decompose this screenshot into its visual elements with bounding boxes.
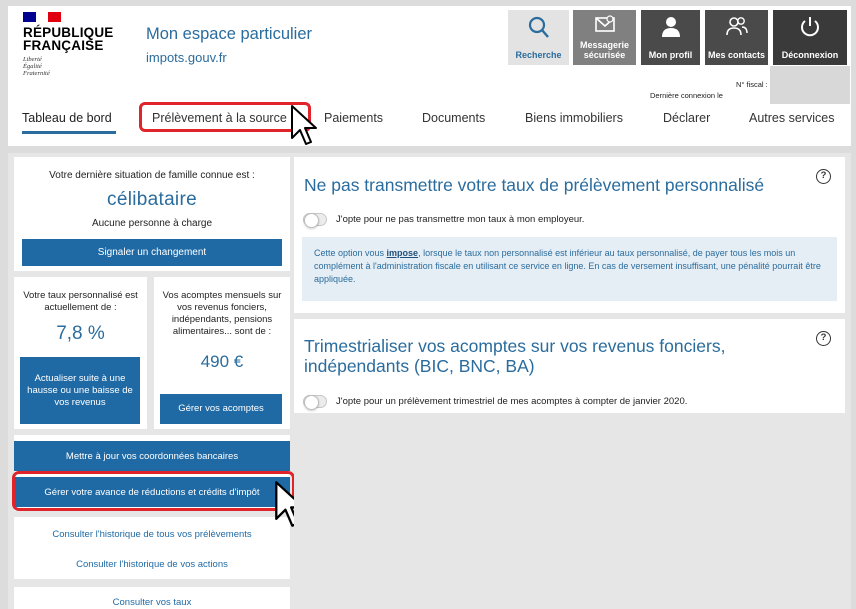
- tab-autres-services[interactable]: Autres services: [749, 111, 834, 125]
- tab-declarer[interactable]: Déclarer: [663, 111, 710, 125]
- left-column: Votre dernière situation de famille conn…: [8, 153, 295, 609]
- contacts-button[interactable]: Mes contacts: [705, 10, 768, 65]
- active-tab-indicator: [22, 131, 116, 134]
- highlight-box: [139, 102, 311, 132]
- update-rate-button[interactable]: Actualiser suite à une hausse ou une bai…: [20, 357, 140, 424]
- installments-panel: Vos acomptes mensuels sur vos revenus fo…: [154, 277, 290, 429]
- payments-history-link[interactable]: Consulter l'historique de tous vos prélè…: [14, 519, 290, 549]
- space-title[interactable]: Mon espace particulier: [146, 25, 312, 44]
- update-bank-details-button[interactable]: Mettre à jour vos coordonnées bancaires: [14, 441, 290, 471]
- contacts-icon: [725, 17, 748, 36]
- personal-rate-value: 7,8 %: [56, 323, 105, 344]
- search-icon: [528, 16, 549, 38]
- info-box: Cette option vous impose, lorsque le tau…: [302, 237, 837, 301]
- manage-installments-button[interactable]: Gérer vos acomptes: [160, 394, 282, 424]
- user-icon: [661, 17, 680, 37]
- view-rates-link[interactable]: Consulter vos taux: [14, 587, 290, 609]
- divider: [8, 579, 294, 587]
- highlight-box: [12, 471, 295, 511]
- main-nav: Tableau de bord Prélèvement à la source …: [8, 102, 851, 136]
- last-connection-label: Dernière connexion le: [650, 91, 723, 100]
- family-situation-label: Votre dernière situation de famille conn…: [49, 170, 255, 181]
- ba-link[interactable]: BA: [505, 356, 528, 376]
- secure-messaging-button[interactable]: Messagerie sécurisée: [573, 10, 636, 65]
- family-situation-value: célibataire: [107, 189, 197, 210]
- profile-button[interactable]: Mon profil: [641, 10, 700, 65]
- republic-motto: Liberté Égalité Fraternité: [23, 56, 50, 77]
- french-flag-icon: [23, 12, 62, 22]
- search-button[interactable]: Recherche: [508, 10, 569, 65]
- installments-value: 490 €: [200, 352, 244, 371]
- fiscal-number-label: N° fiscal :: [736, 80, 768, 89]
- dependents-label: Aucune personne à charge: [91, 218, 213, 229]
- logout-button[interactable]: Déconnexion: [773, 10, 847, 65]
- right-column: Ne pas transmettre votre taux de prélève…: [294, 153, 851, 609]
- installments-label: Vos acomptes mensuels sur vos revenus fo…: [162, 290, 282, 337]
- site-header: RÉPUBLIQUE FRANÇAISE Liberté Égalité Fra…: [8, 6, 851, 146]
- no-transmit-rate-card: Ne pas transmettre votre taux de prélève…: [294, 157, 845, 313]
- report-change-button[interactable]: Signaler un changement: [22, 239, 282, 266]
- quarterly-installments-card: Trimestrialiser vos acomptes sur vos rev…: [294, 319, 845, 413]
- divider: [147, 271, 154, 431]
- power-icon: [801, 17, 819, 37]
- bic-link[interactable]: BIC: [420, 356, 449, 376]
- help-icon[interactable]: ?: [816, 169, 831, 184]
- tab-tableau-de-bord[interactable]: Tableau de bord: [22, 111, 112, 125]
- family-situation-panel: Votre dernière situation de famille conn…: [14, 157, 290, 271]
- tab-documents[interactable]: Documents: [422, 111, 485, 125]
- republique-francaise-logo[interactable]: RÉPUBLIQUE FRANÇAISE Liberté Égalité Fra…: [23, 12, 114, 77]
- no-transmit-option-label: J'opte pour ne pas transmettre mon taux …: [336, 214, 585, 225]
- help-icon[interactable]: ?: [816, 331, 831, 346]
- mouse-cursor-icon: [291, 105, 317, 145]
- republic-name: RÉPUBLIQUE FRANÇAISE: [23, 25, 114, 53]
- quarterly-option-label: J'opte pour un prélèvement trimestriel d…: [336, 396, 688, 407]
- card-title: Ne pas transmettre votre taux de prélève…: [304, 175, 765, 195]
- redacted-area: [770, 66, 850, 104]
- tab-biens-immobiliers[interactable]: Biens immobiliers: [525, 111, 623, 125]
- personal-rate-panel: Votre taux personnalisé est actuellement…: [14, 277, 147, 429]
- tab-paiements[interactable]: Paiements: [324, 111, 383, 125]
- personal-rate-label: Votre taux personnalisé est actuellement…: [23, 290, 138, 313]
- no-transmit-toggle[interactable]: [303, 213, 327, 228]
- divider: [8, 511, 294, 517]
- site-name: impots.gouv.fr: [146, 50, 227, 65]
- actions-history-link[interactable]: Consulter l'historique de vos actions: [14, 549, 290, 579]
- quarterly-toggle[interactable]: [303, 395, 327, 410]
- bnc-link[interactable]: BNC: [459, 356, 496, 376]
- envelope-icon: [594, 15, 615, 32]
- card-title: Trimestrialiser vos acomptes sur vos rev…: [304, 336, 726, 376]
